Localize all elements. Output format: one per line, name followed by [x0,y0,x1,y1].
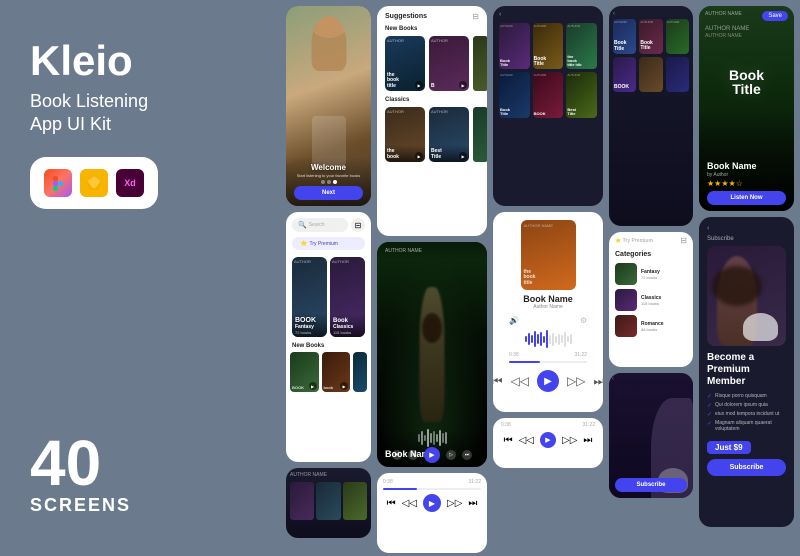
screen-audio-partial: 0:38 31:22 ⏮ ◁◁ ▶ ▷▷ ⏭ [377,473,487,553]
featured-name: Book Name [707,161,786,171]
mini-play[interactable]: ▶ [540,432,556,448]
save-btn[interactable]: Save [762,11,788,21]
subscribe-button[interactable]: Subscribe [707,459,786,476]
categories-filter[interactable]: ⊟ [680,236,687,245]
screen-featured-book: AUTHOR NAME Save AUTHOR NAME AUTHOR NAME… [699,6,794,211]
screen-library: 🔍 Search ⊟ ⭐ Try Premium AUTHOR BOOK Fan… [286,212,371,462]
new-books-section: New Books [377,24,487,34]
feature-3: eiux mod tempora incidunt ut [715,411,779,417]
play-ctrl[interactable]: ▶ [423,494,441,512]
next-btn[interactable]: ⏭ [462,450,472,460]
forward-btn[interactable]: ▷ [446,450,456,460]
screens-number: 40 [30,431,250,495]
screen-partial-dark: AUTHOR NAME [286,468,371,538]
next-ctrl[interactable]: ⏭ [468,498,477,509]
search-placeholder: Search [309,222,325,228]
welcome-next-btn[interactable]: Next [294,186,363,200]
category-classics[interactable]: Classics 115 books [609,287,693,313]
featured-stars: ★★★★☆ [707,179,786,188]
app-subtitle: Book Listening App UI Kit [30,90,250,137]
screen-book-grid-dark: ‹ AUTHOR BookTitle AUTHOR BookTitle AUTH… [493,6,603,206]
screen-dark-partial2: ‹ Subscribe [609,373,693,498]
premium-title: Become a Premium Member [707,352,786,388]
feature-4: Magnam aliquam quaerat voluptatem [715,420,786,432]
welcome-desc: Start listening to your favorite books [294,173,363,178]
screens-area: Welcome Start listening to your favorite… [280,0,800,556]
mini-rewind[interactable]: ◁◁ [519,435,534,446]
screens-label: SCREENS [30,495,250,516]
prev-btn[interactable]: ⏮ [392,450,402,460]
mini-forward[interactable]: ▷▷ [562,435,577,446]
rewind-ctrl[interactable]: ◁◁ [402,498,417,509]
category-romance[interactable]: Romance 88 books [609,313,693,339]
screen-booklist-dark: ‹ AUTHOR BookTitle AUTHOR BookTitle AUTH… [609,6,693,226]
mini-next[interactable]: ⏭ [583,435,592,446]
feature-2: Qui dolorem ipsum quia [715,402,768,408]
player-next[interactable]: ⏭ [593,374,603,389]
welcome-title: Welcome [294,163,363,172]
listen-now-btn[interactable]: Listen Now [707,191,786,205]
suggestions-filter-icon[interactable]: ⊟ [472,12,479,21]
screen-book-detail: AUTHOR NAME Book Name [377,242,487,467]
screen-audio-player-white: AUTHOR NAME thebooktitle Book Name Autho… [493,212,603,412]
player-play[interactable]: ▶ [537,370,559,392]
categories-title: Categories [609,249,693,260]
app-title: Kleio [30,40,250,82]
try-premium-label: Try Premium [309,241,337,247]
screen-suggestions: Suggestions ⊟ New Books AUTHOR thebookti… [377,6,487,236]
sketch-icon [80,169,108,197]
col-player: ‹ AUTHOR BookTitle AUTHOR BookTitle AUTH… [493,6,603,550]
dark-screen-author: AUTHOR NAME [385,248,479,254]
try-premium-tag[interactable]: ⭐ Try Premium [615,238,653,244]
subscribe-btn-bottom[interactable]: Subscribe [615,478,687,492]
search-bar[interactable]: 🔍 Search [292,218,348,232]
col-booklist: ‹ AUTHOR BookTitle AUTHOR BookTitle AUTH… [609,6,693,550]
xd-icon: Xd [116,169,144,197]
player-book-name: Book Name [523,294,573,304]
forward-ctrl[interactable]: ▷▷ [447,498,462,509]
screen-bottom-partial: 0:3831:22 ⏮ ◁◁ ▶ ▷▷ ⏭ [493,418,603,468]
price-badge: Just $9 [707,441,751,454]
rewind-btn[interactable]: ◁ [408,450,418,460]
feature-1: Risque porro quisquam [715,393,767,399]
featured-author: by Author [707,172,786,178]
settings-icon[interactable]: ⚙ [580,316,587,325]
mini-prev[interactable]: ⏮ [504,435,513,446]
player-author: Author Name [533,304,562,310]
filter-icon[interactable]: ⊟ [351,218,365,232]
player-rewind[interactable]: ◁◁ [511,374,529,388]
new-books-label: New Books [290,339,367,351]
prev-ctrl[interactable]: ⏮ [387,498,396,509]
left-panel: Kleio Book Listening App UI Kit [0,0,280,556]
player-forward[interactable]: ▷▷ [567,374,585,388]
category-fantasy[interactable]: Fantasy 72 books [609,261,693,287]
screen-welcome: Welcome Start listening to your favorite… [286,6,371,206]
player-prev[interactable]: ⏮ [493,374,503,389]
volume-icon[interactable]: 🔊 [509,316,519,325]
featured-book-title: BookTitle [709,68,785,96]
col-premium: AUTHOR NAME Save AUTHOR NAME AUTHOR NAME… [699,6,794,550]
col-suggestions: Suggestions ⊟ New Books AUTHOR thebookti… [377,6,487,550]
screens-count: 40 SCREENS [30,431,250,516]
suggestions-title: Suggestions [385,13,427,20]
tool-badges: Xd [30,157,158,209]
classics-section: Classics [377,93,487,105]
screen-categories: ⭐ Try Premium ⊟ Categories Fantasy 72 bo… [609,232,693,367]
screen-premium: ‹ Subscribe Become a Premium Member ✓ Ri… [699,217,794,527]
col-welcome-search: Welcome Start listening to your favorite… [286,6,371,550]
try-premium-banner[interactable]: ⭐ Try Premium [292,237,365,250]
figma-icon [44,169,72,197]
subscribe-label: Subscribe [707,236,786,242]
play-btn[interactable]: ▶ [424,447,440,463]
